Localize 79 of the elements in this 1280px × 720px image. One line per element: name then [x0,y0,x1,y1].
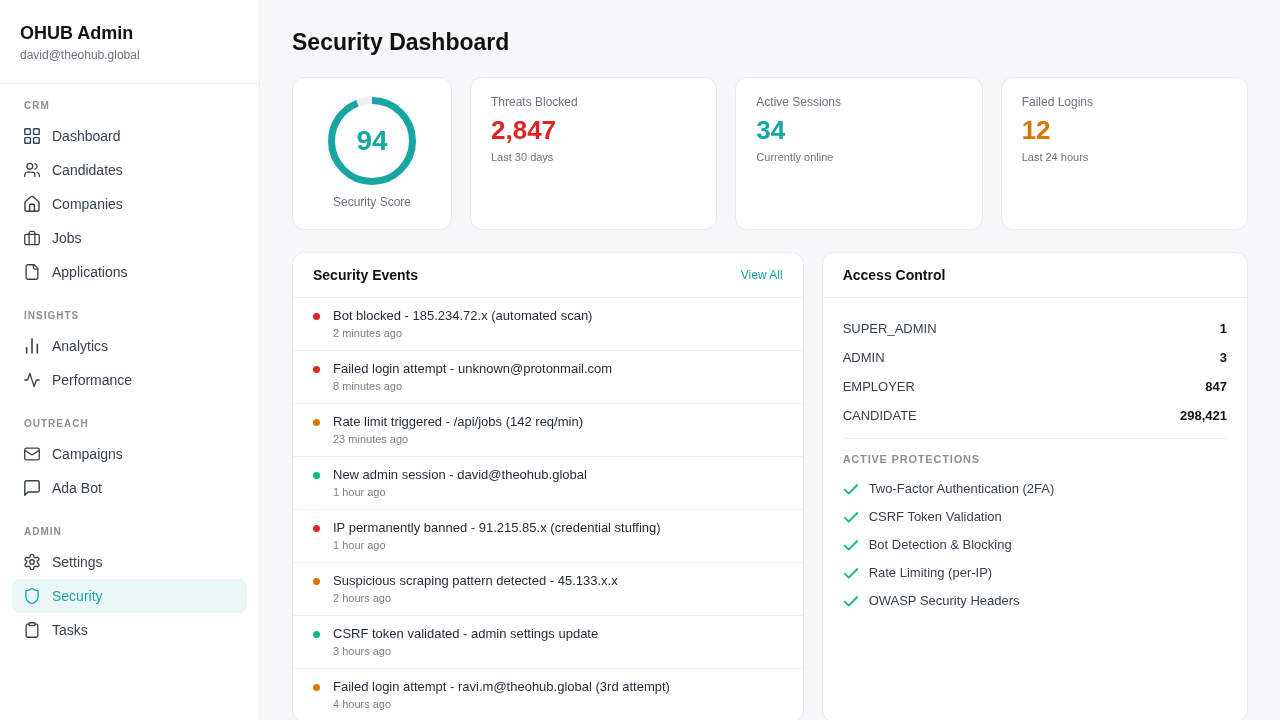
role-name: EMPLOYER [842,377,915,396]
stat-value: 2,847 [491,114,557,146]
score-ring-remainder [355,97,373,107]
user-email: david@theohub.global [20,47,140,63]
event-time: 8 minutes ago [333,379,403,393]
pulse-line-icon [24,372,40,388]
bar-chart-icon [24,338,40,354]
event-text: Failed login attempt - ravi.m@theohub.global (3rd attempt) [333,678,670,696]
sidebar-item[interactable]: Performance [12,363,247,397]
event-time: 1 hour ago [333,538,386,552]
protection-label: Two-Factor Authentication (2FA) [868,480,1055,498]
sidebar-item[interactable]: Campaigns [12,437,247,471]
sidebar-item[interactable]: Tasks [12,613,247,647]
stat-value: 12 [1021,114,1051,146]
stat-label: Threats Blocked [491,94,578,110]
check-icon [843,483,858,495]
check-icon [843,567,858,579]
check-icon [843,539,858,551]
check-icon [843,511,858,523]
envelope-icon [24,446,40,462]
stat-note: Currently online [756,150,834,164]
app-title: OHUB Admin [20,22,134,44]
event-text: IP permanently banned - 91.215.85.x (credential stuffing) [333,519,661,537]
event-time: 2 minutes ago [333,326,403,340]
page-title: Security Dashboard [292,28,510,57]
shield-icon [24,588,40,604]
check-icon [843,595,858,607]
clipboard-icon [24,622,40,638]
nav-section-label: OUTREACH [24,417,89,431]
event-text: CSRF token validated - admin settings update [333,625,599,643]
nav-section-label: ADMIN [24,525,62,539]
event-text: Failed login attempt - unknown@protonmail.com [333,360,613,378]
event-time: 2 hours ago [333,591,392,605]
chat-bubble-icon [24,480,40,496]
sidebar-item[interactable]: Dashboard [12,119,247,153]
score-value: 94 [356,125,388,157]
stat-label: Failed Logins [1021,94,1094,110]
briefcase-icon [24,230,40,246]
settings-icon [24,554,40,570]
event-text: Suspicious scraping pattern detected - 45.133.x.x [333,572,618,590]
protection-label: CSRF Token Validation [868,508,1002,526]
nav-section-label: INSIGHTS [24,309,80,323]
role-count: 3 [1219,348,1227,367]
event-time: 1 hour ago [333,485,386,499]
protection-label: OWASP Security Headers [868,592,1020,610]
stat-note: Last 24 hours [1021,150,1089,164]
event-text: New admin session - david@theohub.global [333,466,587,484]
role-count: 847 [1205,377,1227,396]
role-name: ADMIN [842,348,885,367]
protections-heading: ACTIVE PROTECTIONS [842,452,980,466]
nav-section-label: CRM [24,99,50,113]
sidebar-item[interactable]: Settings [12,545,247,579]
stat-note: Last 30 days [491,150,554,164]
role-count: 1 [1219,319,1227,338]
event-time: 23 minutes ago [333,432,409,446]
protection-label: Rate Limiting (per-IP) [868,564,993,582]
sidebar-item[interactable]: Applications [12,255,247,289]
role-name: SUPER_ADMIN [842,319,937,338]
card-title: Security Events [313,267,419,283]
file-icon [24,264,40,280]
protection-label: Bot Detection & Blocking [868,536,1012,554]
grid-icon [24,128,40,144]
event-text: Bot blocked - 185.234.72.x (automated scan) [333,307,593,325]
event-text: Rate limit triggered - /api/jobs (142 req/min) [333,413,583,431]
score-label: Security Score [333,194,411,210]
house-icon [24,196,40,212]
stat-label: Active Sessions [756,94,842,110]
sidebar-item[interactable]: Companies [12,187,247,221]
card-title: Access Control [842,267,946,283]
event-time: 4 hours ago [333,697,392,711]
role-name: CANDIDATE [842,406,917,425]
role-count: 298,421 [1180,406,1227,425]
sidebar-item[interactable]: Analytics [12,329,247,363]
users-icon [24,162,40,178]
sidebar-item[interactable]: Ada Bot [12,471,247,505]
event-time: 3 hours ago [333,644,392,658]
sidebar-item[interactable]: Jobs [12,221,247,255]
sidebar-item[interactable]: Candidates [12,153,247,187]
stat-value: 34 [756,114,786,146]
